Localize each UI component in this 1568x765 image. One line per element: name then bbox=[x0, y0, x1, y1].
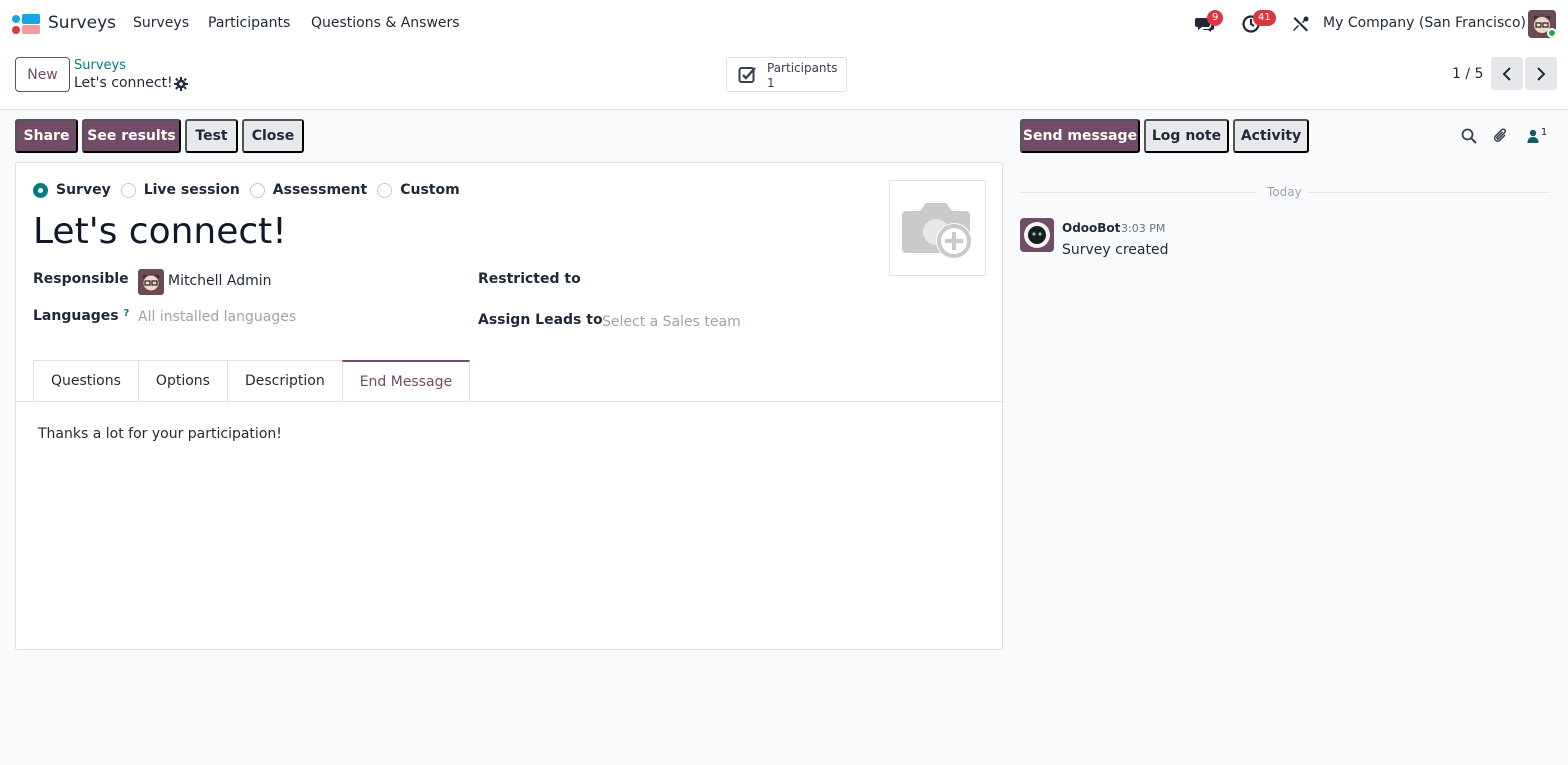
menu-participants[interactable]: Participants bbox=[208, 15, 290, 31]
menu-surveys[interactable]: Surveys bbox=[133, 15, 189, 31]
surveys-app-icon[interactable] bbox=[11, 13, 41, 35]
odoobot-avatar[interactable] bbox=[1020, 218, 1054, 252]
breadcrumb-current: Let's connect! bbox=[74, 75, 173, 91]
radio-label: Assessment bbox=[272, 182, 368, 198]
tab-divider bbox=[16, 401, 1002, 402]
attachments-button[interactable] bbox=[1491, 126, 1511, 146]
assign-leads-label: Assign Leads to bbox=[478, 312, 603, 328]
followers-count: 1 bbox=[1540, 126, 1548, 138]
responsible-label: Responsible bbox=[33, 271, 129, 287]
top-navbar: Surveys Surveys Participants Questions &… bbox=[0, 0, 1568, 48]
message-body: Survey created bbox=[1062, 242, 1169, 258]
languages-field[interactable]: All installed languages bbox=[138, 309, 296, 325]
share-button[interactable]: Share bbox=[15, 119, 78, 153]
date-separator-label: Today bbox=[1267, 185, 1302, 199]
radio-survey[interactable]: Survey bbox=[33, 182, 111, 198]
separator-line bbox=[1308, 192, 1550, 193]
smart-button-label: Participants bbox=[767, 61, 838, 75]
radio-circle-selected[interactable] bbox=[33, 182, 48, 198]
robot-icon bbox=[1024, 222, 1050, 248]
log-note-button[interactable]: Log note bbox=[1144, 119, 1229, 153]
app-name[interactable]: Surveys bbox=[48, 13, 116, 33]
sales-team-field[interactable]: Select a Sales team bbox=[602, 314, 741, 330]
radio-label: Survey bbox=[56, 182, 111, 198]
restricted-to-label: Restricted to bbox=[478, 271, 581, 287]
user-icon bbox=[1527, 129, 1539, 143]
radio-label: Custom bbox=[400, 182, 460, 198]
survey-type-radio-group: Survey Live session Assessment Custom bbox=[33, 182, 470, 198]
radio-assessment[interactable]: Assessment bbox=[249, 182, 368, 198]
responsible-avatar bbox=[138, 269, 164, 295]
message-timestamp: 3:03 PM bbox=[1121, 222, 1166, 235]
search-icon bbox=[1461, 128, 1477, 144]
survey-title-field[interactable]: Let's connect! bbox=[33, 211, 287, 252]
see-results-button[interactable]: See results bbox=[82, 119, 181, 153]
languages-label: Languages ? bbox=[33, 308, 129, 324]
search-messages-button[interactable] bbox=[1459, 126, 1479, 146]
pager-previous-button[interactable] bbox=[1491, 57, 1523, 90]
followers-button[interactable]: 1 bbox=[1524, 126, 1550, 146]
menu-questions-answers[interactable]: Questions & Answers bbox=[311, 15, 460, 31]
radio-circle[interactable] bbox=[120, 182, 136, 198]
separator-line bbox=[1020, 192, 1256, 193]
form-tabs: Questions Options Description End Messag… bbox=[33, 360, 471, 401]
messages-count-badge: 9 bbox=[1207, 10, 1224, 26]
message-author[interactable]: OdooBot bbox=[1062, 221, 1120, 235]
languages-label-text: Languages bbox=[33, 308, 119, 324]
gear-icon[interactable] bbox=[174, 77, 188, 91]
radio-label: Live session bbox=[143, 182, 240, 198]
survey-image-upload[interactable] bbox=[889, 180, 986, 276]
smart-button-value: 1 bbox=[767, 76, 775, 90]
chevron-left-icon bbox=[1502, 66, 1511, 81]
user-face-icon bbox=[143, 274, 159, 291]
online-status-dot bbox=[1547, 28, 1557, 38]
help-tooltip-icon[interactable]: ? bbox=[124, 308, 130, 319]
test-button[interactable]: Test bbox=[185, 119, 238, 153]
paperclip-icon bbox=[1493, 128, 1506, 142]
radio-circle[interactable] bbox=[249, 182, 265, 198]
radio-live-session[interactable]: Live session bbox=[120, 182, 240, 198]
survey-form-sheet: Survey Live session Assessment Custom Le… bbox=[15, 162, 1003, 650]
close-button[interactable]: Close bbox=[242, 119, 304, 153]
breadcrumb-surveys-link[interactable]: Surveys bbox=[74, 58, 126, 73]
tab-description[interactable]: Description bbox=[226, 360, 343, 401]
activities-count-badge: 41 bbox=[1253, 10, 1276, 26]
tab-end-message[interactable]: End Message bbox=[341, 360, 471, 401]
company-switcher[interactable]: My Company (San Francisco) bbox=[1323, 15, 1526, 31]
chevron-right-icon bbox=[1537, 66, 1546, 81]
end-message-editor[interactable]: Thanks a lot for your participation! bbox=[38, 426, 282, 442]
participants-smart-button[interactable]: Participants 1 bbox=[726, 57, 847, 92]
control-panel: New Surveys Let's connect! Participants … bbox=[0, 48, 1568, 110]
checkbox-icon bbox=[738, 67, 756, 83]
responsible-field[interactable]: Mitchell Admin bbox=[168, 273, 272, 289]
activity-button[interactable]: Activity bbox=[1233, 119, 1309, 153]
tools-icon bbox=[1293, 16, 1309, 32]
new-button[interactable]: New bbox=[15, 57, 70, 92]
radio-custom[interactable]: Custom bbox=[377, 182, 460, 198]
tab-questions[interactable]: Questions bbox=[33, 360, 139, 401]
debug-tools-button[interactable] bbox=[1289, 12, 1313, 36]
radio-circle[interactable] bbox=[377, 182, 393, 198]
tab-options[interactable]: Options bbox=[137, 360, 228, 401]
date-separator: Today bbox=[1020, 185, 1550, 201]
pager-next-button[interactable] bbox=[1525, 57, 1557, 90]
pager-value[interactable]: 1 / 5 bbox=[1452, 66, 1483, 82]
camera-add-icon bbox=[901, 203, 972, 259]
send-message-button[interactable]: Send message bbox=[1020, 119, 1140, 153]
